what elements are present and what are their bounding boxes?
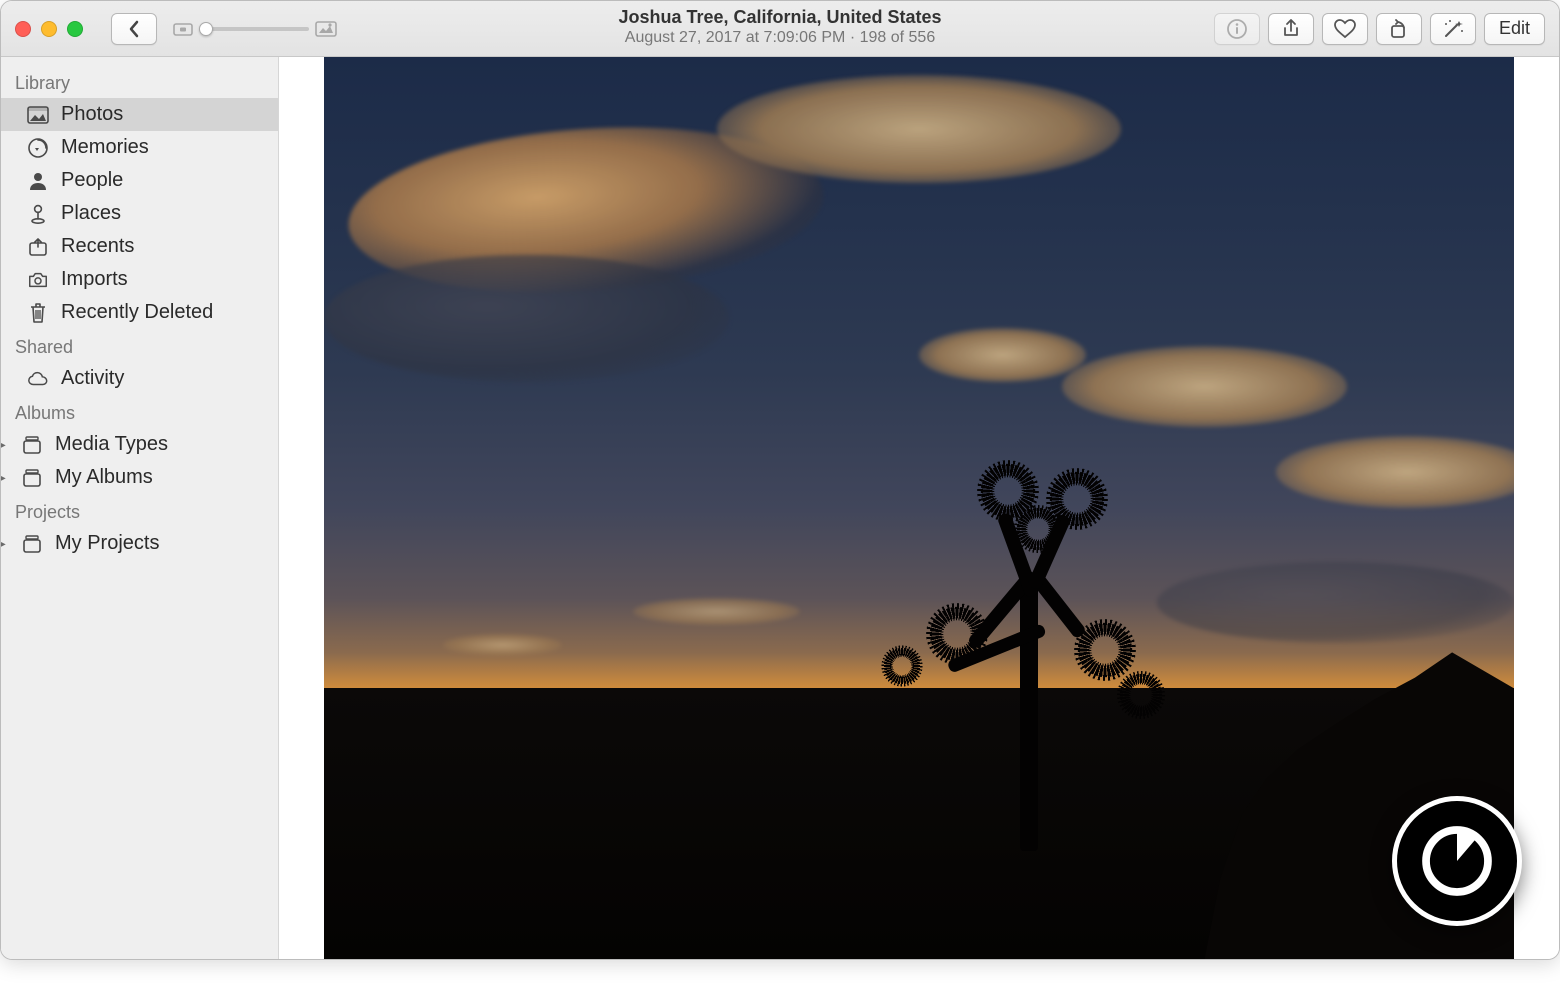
- disclosure-triangle-icon[interactable]: ▶: [1, 469, 9, 486]
- toolbar-right: Edit: [1214, 13, 1545, 45]
- sidebar-item-my-albums[interactable]: ▶ My Albums: [1, 461, 278, 494]
- places-icon: [27, 203, 49, 225]
- sidebar-item-label: Imports: [61, 268, 128, 291]
- progress-overlay-badge[interactable]: [1392, 796, 1522, 926]
- heart-icon: [1333, 18, 1357, 40]
- share-button[interactable]: [1268, 13, 1314, 45]
- disclosure-triangle-icon[interactable]: ▶: [1, 436, 9, 453]
- photos-icon: [27, 106, 49, 124]
- photo-cloud: [717, 75, 1122, 183]
- chevron-left-icon: [127, 20, 141, 38]
- app-window: Joshua Tree, California, United States A…: [0, 0, 1560, 960]
- rotate-button[interactable]: [1376, 13, 1422, 45]
- sidebar-item-recently-deleted[interactable]: Recently Deleted: [1, 296, 278, 329]
- sidebar-item-label: Photos: [61, 103, 123, 126]
- wand-icon: [1441, 18, 1465, 40]
- stack-icon: [21, 435, 43, 455]
- minimize-window-button[interactable]: [41, 21, 57, 37]
- recents-icon: [27, 236, 49, 258]
- rotate-icon: [1388, 18, 1410, 40]
- sidebar-item-label: People: [61, 169, 123, 192]
- sidebar-item-imports[interactable]: Imports: [1, 263, 278, 296]
- sidebar-item-label: My Projects: [55, 532, 159, 555]
- sidebar-item-activity[interactable]: Activity: [1, 362, 278, 395]
- sidebar-item-photos[interactable]: Photos: [1, 98, 278, 131]
- sidebar-item-label: Media Types: [55, 433, 168, 456]
- photo-cloud: [1062, 346, 1348, 427]
- info-icon: [1226, 18, 1248, 40]
- content-area: [279, 57, 1559, 959]
- auto-enhance-button[interactable]: [1430, 13, 1476, 45]
- section-header-shared: Shared: [1, 329, 278, 362]
- section-header-albums: Albums: [1, 395, 278, 428]
- section-header-projects: Projects: [1, 494, 278, 527]
- sidebar-item-label: Recents: [61, 235, 134, 258]
- photo-subtitle: August 27, 2017 at 7:09:06 PM · 198 of 5…: [625, 29, 935, 47]
- sidebar-item-memories[interactable]: Memories: [1, 131, 278, 164]
- zoom-in-icon: [315, 20, 337, 38]
- photo-cloud: [324, 255, 729, 381]
- zoom-track[interactable]: [199, 27, 309, 31]
- disclosure-triangle-icon[interactable]: ▶: [1, 535, 9, 552]
- zoom-thumb[interactable]: [199, 22, 213, 36]
- sidebar-item-media-types[interactable]: ▶ Media Types: [1, 428, 278, 461]
- edit-label: Edit: [1499, 18, 1530, 39]
- sidebar-item-label: Places: [61, 202, 121, 225]
- zoom-slider[interactable]: [173, 20, 337, 38]
- window-body: Library Photos Memories People: [1, 57, 1559, 959]
- photo-title: Joshua Tree, California, United States: [618, 7, 941, 28]
- photo-frame: [279, 57, 1559, 959]
- close-window-button[interactable]: [15, 21, 31, 37]
- cloud-icon: [27, 370, 49, 388]
- people-icon: [27, 170, 49, 192]
- back-button[interactable]: [111, 13, 157, 45]
- sidebar-item-places[interactable]: Places: [1, 197, 278, 230]
- info-button[interactable]: [1214, 13, 1260, 45]
- memories-icon: [27, 137, 49, 159]
- section-header-library: Library: [1, 65, 278, 98]
- fullscreen-window-button[interactable]: [67, 21, 83, 37]
- imports-icon: [27, 270, 49, 290]
- sidebar-item-recents[interactable]: Recents: [1, 230, 278, 263]
- photo-cloud: [443, 634, 562, 656]
- sidebar: Library Photos Memories People: [1, 57, 279, 959]
- toolbar: Joshua Tree, California, United States A…: [1, 1, 1559, 57]
- timer-icon: [1414, 818, 1500, 904]
- edit-button[interactable]: Edit: [1484, 13, 1545, 45]
- sidebar-item-people[interactable]: People: [1, 164, 278, 197]
- zoom-out-icon: [173, 21, 193, 37]
- sidebar-item-label: Memories: [61, 136, 149, 159]
- photo-joshua-tree: [883, 454, 1169, 851]
- favorite-button[interactable]: [1322, 13, 1368, 45]
- sidebar-item-label: My Albums: [55, 466, 153, 489]
- trash-icon: [27, 302, 49, 324]
- stack-icon: [21, 468, 43, 488]
- toolbar-left: [15, 13, 337, 45]
- sidebar-item-label: Recently Deleted: [61, 301, 213, 324]
- photo-cloud: [919, 328, 1086, 382]
- sidebar-item-label: Activity: [61, 367, 124, 390]
- stack-icon: [21, 534, 43, 554]
- window-controls: [15, 21, 83, 37]
- share-icon: [1280, 18, 1302, 40]
- sidebar-item-my-projects[interactable]: ▶ My Projects: [1, 527, 278, 560]
- photo-cloud: [1157, 562, 1514, 643]
- photo-viewer[interactable]: [324, 57, 1514, 959]
